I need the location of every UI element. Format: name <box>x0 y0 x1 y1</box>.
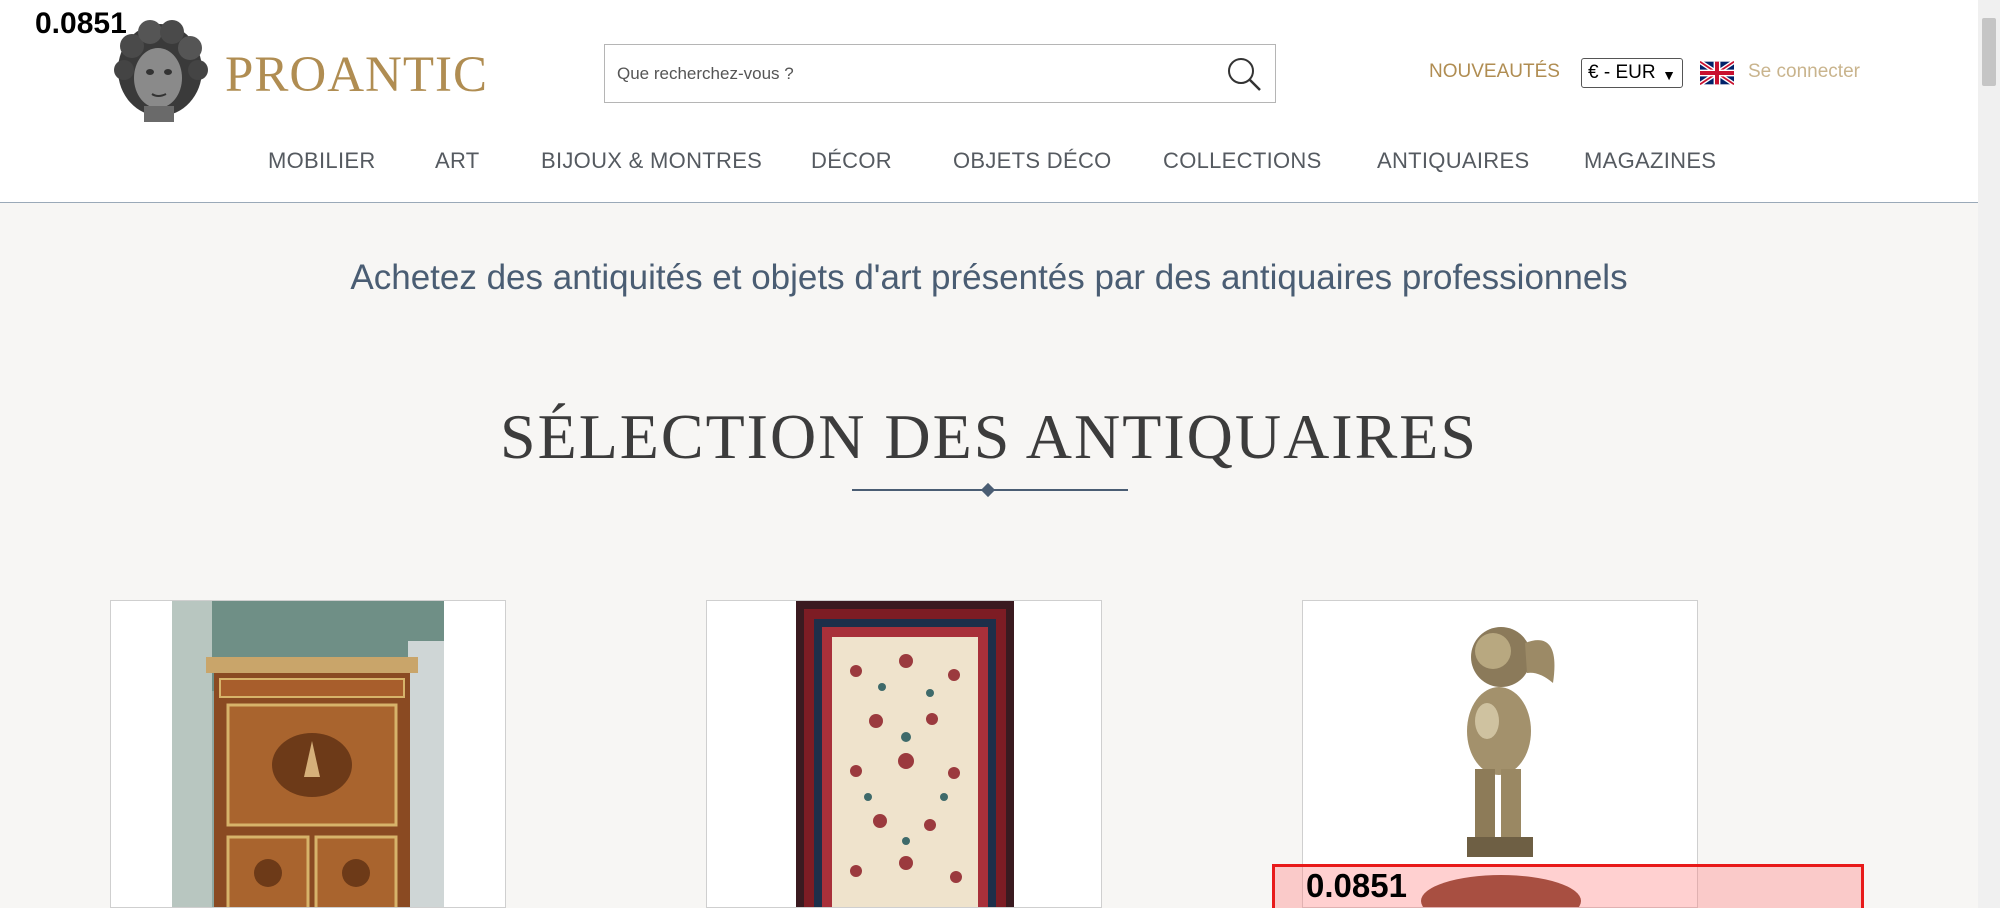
nav-item-art[interactable]: ART <box>435 148 480 174</box>
main-nav: MOBILIER ART BIJOUX & MONTRES DÉCOR OBJE… <box>0 148 1978 178</box>
nav-item-collections[interactable]: COLLECTIONS <box>1163 148 1322 174</box>
currency-select[interactable]: € - EUR ▼ <box>1581 58 1683 88</box>
title-divider-diamond <box>980 482 996 498</box>
overlay-score-top: 0.0851 <box>35 7 127 40</box>
site-header: PROANTIC NOUVEAUTÉS € - EUR ▼ Se connect… <box>0 0 1978 203</box>
search-input[interactable] <box>617 61 1197 87</box>
product-card[interactable] <box>110 600 506 908</box>
section-title: SÉLECTION DES ANTIQUAIRES <box>500 401 1478 472</box>
search-icon[interactable] <box>1223 53 1265 95</box>
login-link[interactable]: Se connecter <box>1748 61 1860 83</box>
bronze-putto-statue-image <box>1393 601 1609 907</box>
chevron-down-icon: ▼ <box>1662 67 1676 83</box>
scrollbar-thumb[interactable] <box>1982 18 1996 86</box>
uk-flag-icon[interactable] <box>1700 61 1734 85</box>
currency-value: € - EUR <box>1588 62 1656 83</box>
nav-item-mobilier[interactable]: MOBILIER <box>268 148 376 174</box>
nav-item-bijoux-montres[interactable]: BIJOUX & MONTRES <box>541 148 762 174</box>
product-card[interactable] <box>1302 600 1698 908</box>
brand-name[interactable]: PROANTIC <box>225 46 488 104</box>
nouveautes-link[interactable]: NOUVEAUTÉS <box>1429 61 1560 83</box>
nav-item-magazines[interactable]: MAGAZINES <box>1584 148 1716 174</box>
tagline: Achetez des antiquités et objets d'art p… <box>350 258 1628 297</box>
scrollbar[interactable] <box>1978 0 2000 908</box>
product-card[interactable] <box>706 600 1102 908</box>
nav-item-antiquaires[interactable]: ANTIQUAIRES <box>1377 148 1529 174</box>
nav-item-decor[interactable]: DÉCOR <box>811 148 892 174</box>
persian-rug-image <box>796 601 1014 907</box>
marquetry-secretaire-image <box>172 601 444 907</box>
nav-item-objets-deco[interactable]: OBJETS DÉCO <box>953 148 1112 174</box>
search-bar <box>604 44 1276 103</box>
overlay-score-box: 0.0851 <box>1306 867 1407 904</box>
